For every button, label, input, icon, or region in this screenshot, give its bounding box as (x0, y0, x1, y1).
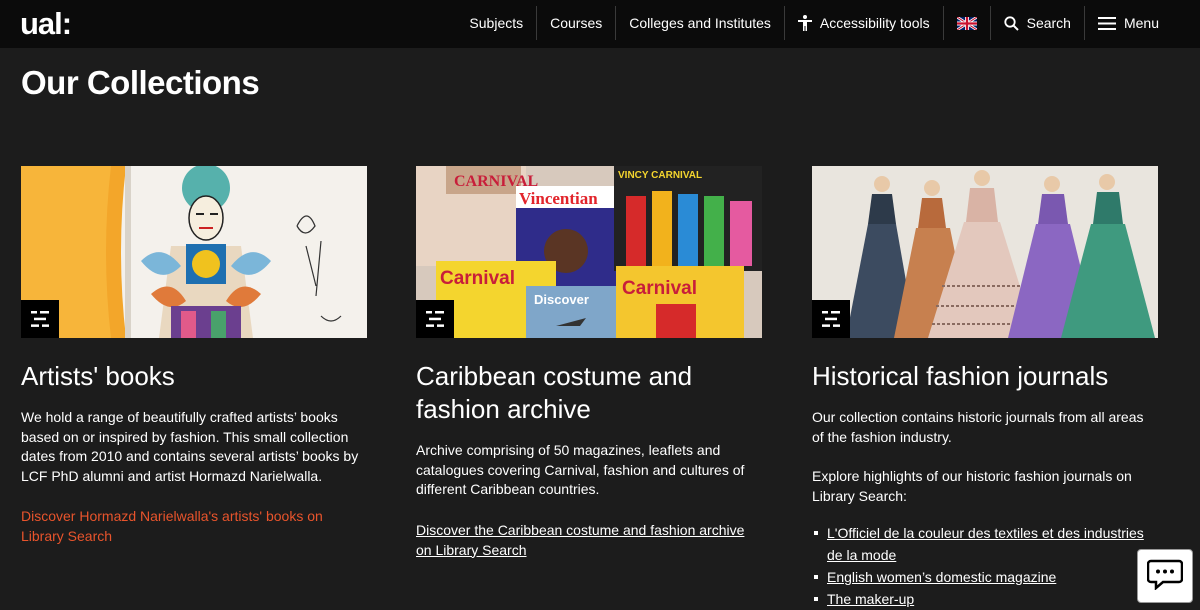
caribbean-archive-library-link[interactable]: Discover the Caribbean costume and fashi… (416, 520, 762, 560)
main-nav: Subjects Courses Colleges and Institutes… (456, 5, 1172, 41)
collection-card-historical-journals: Historical fashion journals Our collecti… (812, 166, 1158, 610)
list-item: L'Officiel de la couleur des textiles et… (812, 522, 1158, 566)
collection-badge-icon (416, 300, 454, 338)
collection-badge-icon (21, 300, 59, 338)
nav-search[interactable]: Search (991, 6, 1085, 40)
journal-link-lofficiel[interactable]: L'Officiel de la couleur des textiles et… (827, 525, 1144, 563)
list-item: The maker-up (812, 588, 1158, 610)
uk-flag-icon (955, 15, 978, 31)
nav-subjects[interactable]: Subjects (456, 6, 538, 40)
nav-accessibility-label: Accessibility tools (819, 15, 930, 31)
magazine-text-6: Carnival (622, 278, 697, 299)
nav-colleges-label: Colleges and Institutes (629, 15, 771, 31)
magazine-text-3: VINCY CARNIVAL (618, 170, 702, 181)
card-description: Our collection contains historic journal… (812, 409, 1144, 445)
language-selector[interactable] (944, 6, 991, 40)
artists-books-library-link[interactable]: Discover Hormazd Narielwalla's artists' … (21, 506, 367, 546)
ual-logo[interactable]: ual: (20, 6, 72, 42)
page-title: Our Collections (21, 64, 260, 101)
nav-courses[interactable]: Courses (537, 6, 617, 40)
caribbean-archive-image[interactable]: CARNIVAL Vincentian VINCY CARNIVAL Carni… (416, 166, 762, 338)
card-description-2: Explore highlights of our historic fashi… (812, 468, 1132, 504)
magazine-text-2: Vincentian (519, 189, 598, 208)
nav-menu-label: Menu (1123, 15, 1159, 31)
nav-colleges[interactable]: Colleges and Institutes (616, 6, 785, 40)
historical-journals-image[interactable] (812, 166, 1158, 338)
nav-menu[interactable]: Menu (1085, 6, 1172, 40)
card-description: We hold a range of beautifully crafted a… (21, 409, 359, 484)
card-description: Archive comprising of 50 magazines, leaf… (416, 442, 745, 497)
nav-search-label: Search (1026, 15, 1071, 31)
search-icon (1004, 15, 1019, 31)
chat-icon (1146, 558, 1184, 595)
card-title[interactable]: Historical fashion journals (812, 360, 1158, 393)
chat-button[interactable] (1137, 549, 1193, 603)
collection-badge-icon (812, 300, 850, 338)
journal-list: L'Officiel de la couleur des textiles et… (812, 522, 1158, 610)
magazine-text-4: Carnival (440, 268, 515, 289)
artists-books-image[interactable] (21, 166, 367, 338)
site-header: ual: Subjects Courses Colleges and Insti… (0, 0, 1200, 48)
card-title[interactable]: Artists' books (21, 360, 367, 393)
nav-subjects-label: Subjects (469, 15, 524, 31)
journal-link-english-womens[interactable]: English women’s domestic magazine (827, 569, 1056, 585)
nav-accessibility-tools[interactable]: Accessibility tools (785, 6, 944, 40)
hamburger-icon (1097, 16, 1116, 30)
accessibility-icon (797, 15, 812, 31)
magazine-text-5: Discover (534, 292, 589, 307)
journal-link-maker-up[interactable]: The maker-up (827, 591, 914, 607)
collection-card-artists-books: Artists' books We hold a range of beauti… (21, 166, 367, 546)
list-item: English women’s domestic magazine (812, 566, 1158, 588)
card-title[interactable]: Caribbean costume and fashion archive (416, 360, 762, 426)
nav-courses-label: Courses (550, 15, 603, 31)
collection-card-caribbean-archive: CARNIVAL Vincentian VINCY CARNIVAL Carni… (416, 166, 762, 560)
